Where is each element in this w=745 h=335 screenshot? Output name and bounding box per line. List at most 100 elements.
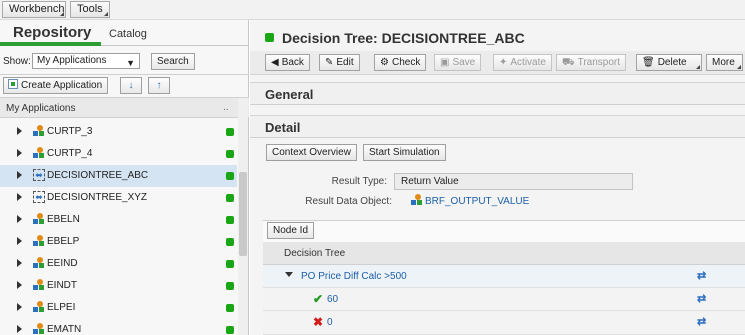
- search-button[interactable]: Search: [151, 53, 195, 70]
- truck-icon: ⛟: [562, 57, 575, 68]
- back-button[interactable]: ◀ Back: [265, 54, 310, 71]
- result-data-object-label: Result Data Object:: [305, 196, 392, 207]
- result-data-object-link[interactable]: BRF_OUTPUT_VALUE: [425, 196, 529, 207]
- list-item-label: EINDT: [47, 280, 77, 291]
- scrollbar-thumb[interactable]: [239, 172, 247, 256]
- menu-bar: [0, 0, 745, 20]
- list-item[interactable]: CURTP_3: [0, 121, 237, 143]
- list-item[interactable]: CURTP_4: [0, 143, 237, 165]
- check-icon: ⚙: [380, 57, 389, 68]
- list-item-label: EBELN: [47, 214, 80, 225]
- edit-label: Edit: [336, 57, 354, 68]
- section-detail-title[interactable]: Detail: [265, 120, 300, 135]
- list-item[interactable]: ELPEI: [0, 297, 237, 319]
- tree-header: Decision Tree: [263, 242, 745, 265]
- list-item[interactable]: ⬌ DECISIONTREE_XYZ: [0, 187, 237, 209]
- expand-arrow-icon[interactable]: [17, 193, 22, 201]
- expand-arrow-icon[interactable]: [17, 303, 22, 311]
- data-object-icon: [411, 194, 423, 207]
- tree-node-true-value[interactable]: 60: [327, 294, 338, 305]
- status-indicator: [226, 194, 234, 202]
- node-action-icon[interactable]: ⇄: [697, 269, 706, 282]
- list-item[interactable]: EBELN: [0, 209, 237, 231]
- save-label: Save: [452, 57, 476, 68]
- result-type-field: Return Value: [394, 173, 633, 190]
- menu-dropdown-icon: [104, 12, 108, 16]
- application-icon: [33, 301, 45, 314]
- tree-node-condition[interactable]: PO Price Diff Calc >500: [301, 271, 407, 282]
- application-icon: [33, 235, 45, 248]
- application-icon: [33, 323, 45, 335]
- list-item[interactable]: EINDT: [0, 275, 237, 297]
- pencil-icon: ✎: [325, 57, 334, 68]
- application-icon: [33, 279, 45, 292]
- show-select[interactable]: My Applications ▼: [32, 53, 140, 69]
- result-type-label: Result Type:: [331, 176, 387, 187]
- expand-arrow-icon[interactable]: [17, 215, 22, 223]
- expand-arrow-icon[interactable]: [17, 281, 22, 289]
- expand-arrow-icon[interactable]: [17, 127, 22, 135]
- list-item[interactable]: EMATN: [0, 319, 237, 335]
- workbench-menu[interactable]: Workbench: [2, 1, 66, 18]
- sort-up-icon: ↑: [156, 80, 162, 91]
- activate-button[interactable]: ✦ Activate: [493, 54, 552, 71]
- false-x-icon: ✖: [313, 315, 324, 329]
- expand-arrow-icon[interactable]: [17, 259, 22, 267]
- status-indicator: [265, 33, 274, 42]
- back-arrow-icon: ◀: [271, 57, 279, 68]
- collapse-arrow-icon[interactable]: [285, 272, 293, 277]
- section-general-title[interactable]: General: [265, 87, 313, 102]
- back-label: Back: [281, 57, 304, 68]
- list-item-selected[interactable]: ⬌ DECISIONTREE_ABC: [0, 165, 237, 187]
- expand-arrow-icon[interactable]: [17, 171, 22, 179]
- list-item-label: EBELP: [47, 236, 80, 247]
- activate-icon: ✦: [499, 57, 508, 68]
- more-button[interactable]: More: [706, 54, 743, 71]
- status-indicator: [226, 260, 234, 268]
- create-application-label: Create Application: [21, 80, 103, 91]
- edit-button[interactable]: ✎ Edit: [319, 54, 360, 71]
- true-check-icon: ✔: [313, 292, 324, 306]
- column-menu[interactable]: ..: [223, 102, 229, 113]
- expand-arrow-icon[interactable]: [17, 325, 22, 333]
- tools-menu[interactable]: Tools: [70, 1, 110, 18]
- expand-arrow-icon[interactable]: [17, 237, 22, 245]
- expand-arrow-icon[interactable]: [17, 149, 22, 157]
- list-item[interactable]: EEIND: [0, 253, 237, 275]
- list-item-label: EEIND: [47, 258, 78, 269]
- list-item[interactable]: EBELP: [0, 231, 237, 253]
- node-id-button[interactable]: Node Id: [267, 222, 315, 239]
- transport-button[interactable]: ⛟ Transport: [556, 54, 627, 71]
- node-action-icon[interactable]: ⇄: [697, 315, 706, 328]
- tree-header-label: Decision Tree: [284, 248, 346, 259]
- sort-down-icon: ↓: [128, 80, 134, 91]
- context-overview-button[interactable]: Context Overview: [266, 144, 357, 161]
- start-simulation-button[interactable]: Start Simulation: [363, 144, 446, 161]
- list-item-label: EMATN: [47, 324, 82, 335]
- show-select-value: My Applications: [37, 55, 107, 66]
- sort-ascending-button[interactable]: ↑: [148, 77, 170, 94]
- delete-button[interactable]: 🗑 Delete: [636, 54, 702, 71]
- tree-node-row[interactable]: [263, 311, 745, 335]
- list-item-label: CURTP_4: [47, 148, 93, 159]
- tab-repository[interactable]: Repository: [13, 24, 91, 41]
- application-icon: [33, 257, 45, 270]
- application-icon: [33, 147, 45, 160]
- decision-tree-icon: ⬌: [33, 191, 45, 203]
- check-button[interactable]: ⚙ Check: [374, 54, 427, 71]
- application-icon: [33, 213, 45, 226]
- dropdown-icon: [737, 65, 741, 69]
- node-action-icon[interactable]: ⇄: [697, 292, 706, 305]
- tree-node-false-value[interactable]: 0: [327, 317, 333, 328]
- tab-catalog[interactable]: Catalog: [109, 28, 147, 40]
- divider: [0, 74, 249, 75]
- transport-label: Transport: [577, 57, 621, 68]
- create-application-button[interactable]: Create Application: [3, 77, 109, 94]
- sort-descending-button[interactable]: ↓: [120, 77, 142, 94]
- status-indicator: [226, 326, 234, 334]
- applications-list-header: My Applications .. ▲: [0, 98, 249, 118]
- save-button[interactable]: ▣ Save: [434, 54, 482, 71]
- list-title: My Applications: [6, 103, 76, 114]
- activate-label: Activate: [510, 57, 546, 68]
- status-indicator: [226, 150, 234, 158]
